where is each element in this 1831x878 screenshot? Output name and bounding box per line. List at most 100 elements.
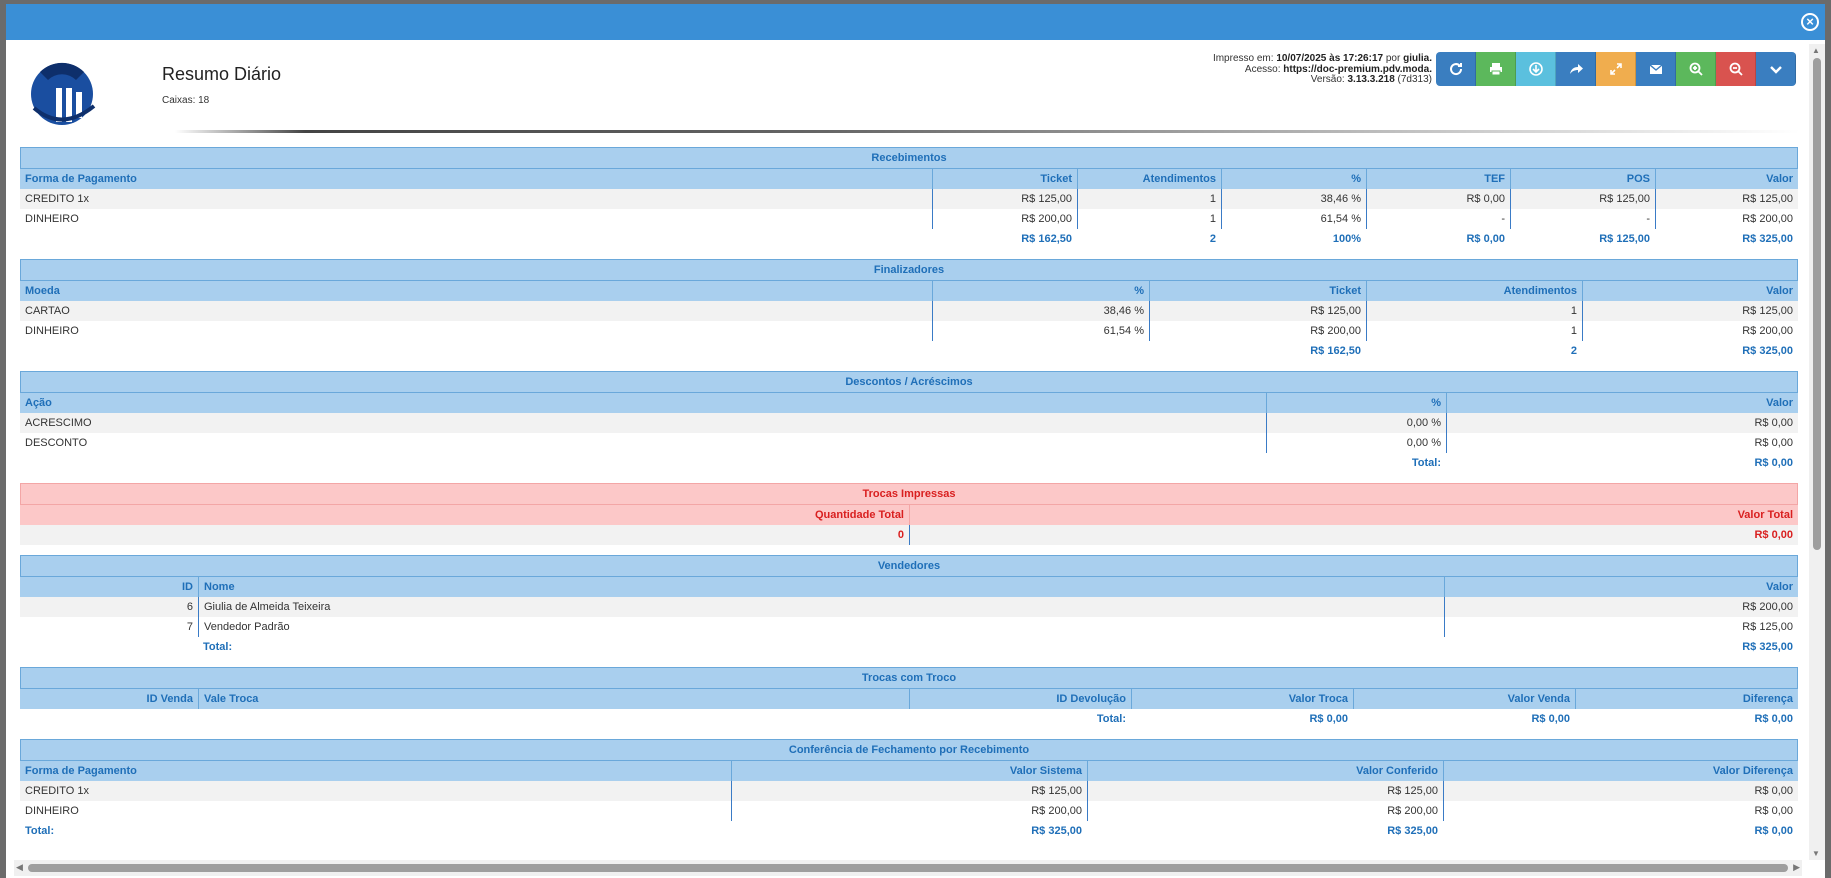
table-cell: 100% xyxy=(1332,233,1361,245)
header-divider xyxy=(175,130,1800,133)
table-cell: - xyxy=(1366,209,1510,229)
table-cell: Giulia de Almeida Teixeira xyxy=(198,597,1444,617)
table-cell: 1 xyxy=(1077,209,1221,229)
table-cell: R$ 125,00 xyxy=(1599,233,1650,245)
table-cell: 0,00 % xyxy=(1266,433,1446,453)
mail-icon xyxy=(1649,64,1662,74)
table-cell: R$ 162,50 xyxy=(1310,345,1361,357)
table-cell: R$ 125,00 xyxy=(1444,617,1798,637)
table-header: Ação% Valor xyxy=(20,393,1798,413)
table-cell: R$ 325,00 xyxy=(1387,825,1438,837)
scroll-down-icon[interactable]: ▼ xyxy=(1812,849,1820,858)
horizontal-scrollbar[interactable]: ◀ ▶ xyxy=(14,860,1802,876)
section-finalizadores: Finalizadores Moeda% Ticket Atendimentos Val… xyxy=(20,259,1798,361)
table-cell: R$ 325,00 xyxy=(1742,345,1793,357)
vertical-scrollbar[interactable]: ▲ ▼ xyxy=(1809,44,1825,860)
table-cell: R$ 0,00 xyxy=(1446,413,1798,433)
column-header: % xyxy=(1266,393,1446,413)
table-cell: Total: xyxy=(25,825,55,837)
table-cell: R$ 325,00 xyxy=(1031,825,1082,837)
table-header: ID Venda Vale Troca ID Devolução Valor Troc… xyxy=(20,689,1798,709)
table-cell: 1 xyxy=(1366,321,1582,341)
table-cell: R$ 0,00 xyxy=(1443,781,1798,801)
modal-header: × xyxy=(6,4,1825,40)
column-header: Quantidade Total xyxy=(20,505,909,525)
close-icon[interactable]: × xyxy=(1801,13,1819,31)
total-row: Total: R$ 0,00 xyxy=(20,453,1798,473)
scroll-left-icon[interactable]: ◀ xyxy=(16,862,23,873)
table-header: Quantidade Total Valor Total xyxy=(20,505,1798,525)
table-header: Forma de Pagamento Valor Sistema Valor Con… xyxy=(20,761,1798,781)
column-header: Nome xyxy=(198,577,1444,597)
column-header: Atendimentos xyxy=(1077,169,1221,189)
table-row: DESCONTO 0,00 % R$ 0,00 xyxy=(20,433,1798,453)
table-cell: Total: xyxy=(1096,713,1126,725)
print-button[interactable] xyxy=(1476,52,1516,86)
table-cell: R$ 200,00 xyxy=(1149,321,1366,341)
column-header: Ticket xyxy=(932,169,1077,189)
column-header: Atendimentos xyxy=(1366,281,1582,301)
column-header: % xyxy=(1221,169,1366,189)
table-cell: R$ 0,00 xyxy=(1531,713,1570,725)
table-cell: R$ 0,00 xyxy=(1366,189,1510,209)
table-cell: DINHEIRO xyxy=(25,805,79,817)
column-header: Valor xyxy=(1655,169,1798,189)
fullscreen-button[interactable] xyxy=(1596,52,1636,86)
section-title: Trocas com Troco xyxy=(20,667,1798,689)
report-toolbar xyxy=(1436,52,1796,86)
download-button[interactable] xyxy=(1516,52,1556,86)
section-title: Trocas Impressas xyxy=(20,483,1798,505)
chevron-down-icon xyxy=(1769,66,1782,74)
table-cell: R$ 200,00 xyxy=(1087,801,1443,821)
table-cell: DINHEIRO xyxy=(25,213,79,225)
zoom-out-button[interactable] xyxy=(1716,52,1756,86)
table-cell: 0,00 % xyxy=(1266,413,1446,433)
table-cell: 1 xyxy=(1366,301,1582,321)
table-cell: R$ 125,00 xyxy=(932,189,1077,209)
table-cell: R$ 0,00 xyxy=(1443,801,1798,821)
table-cell: DINHEIRO xyxy=(25,325,79,337)
column-header: Valor Conferido xyxy=(1087,761,1443,781)
table-header: Moeda% Ticket Atendimentos Valor xyxy=(20,281,1798,301)
table-row: DINHEIRO R$ 200,00 R$ 200,00 R$ 0,00 xyxy=(20,801,1798,821)
table-row: CREDITO 1x R$ 125,00 R$ 125,00 R$ 0,00 xyxy=(20,781,1798,801)
company-logo-icon xyxy=(31,62,96,125)
total-row: 0 R$ 0,00 xyxy=(20,525,1798,545)
column-header: Forma de Pagamento xyxy=(20,169,932,189)
report-content: Resumo Diário Caixas: 18 Impresso em: 10… xyxy=(20,44,1800,860)
table-cell: R$ 125,00 xyxy=(731,781,1087,801)
download-icon xyxy=(1528,62,1543,76)
table-cell: CREDITO 1x xyxy=(20,781,731,801)
section-vendedores: Vendedores ID Nome Valor 6 Giulia de Almeida … xyxy=(20,555,1798,657)
scroll-right-icon[interactable]: ▶ xyxy=(1793,862,1800,873)
column-header: ID Venda xyxy=(20,689,198,709)
table-cell: CARTAO xyxy=(20,301,932,321)
share-icon xyxy=(1569,64,1583,74)
chevron-down-button[interactable] xyxy=(1756,52,1796,86)
table-cell: 61,54 % xyxy=(932,321,1149,341)
vertical-scroll-thumb[interactable] xyxy=(1813,58,1821,550)
zoom-in-button[interactable] xyxy=(1676,52,1716,86)
table-cell: Vendedor Padrão xyxy=(198,617,1444,637)
scroll-up-icon[interactable]: ▲ xyxy=(1812,46,1820,55)
table-cell: 38,46 % xyxy=(932,301,1149,321)
section-trocas-impressas: Trocas Impressas Quantidade Total Valor To… xyxy=(20,483,1798,545)
refresh-button[interactable] xyxy=(1436,52,1476,86)
column-header: Diferença xyxy=(1575,689,1798,709)
table-cell: 1 xyxy=(1077,189,1221,209)
table-cell: R$ 200,00 xyxy=(932,209,1077,229)
share-button[interactable] xyxy=(1556,52,1596,86)
column-header: Valor xyxy=(1444,577,1798,597)
table-cell: R$ 200,00 xyxy=(1444,597,1798,617)
horizontal-scroll-thumb[interactable] xyxy=(28,864,1788,872)
table-header: Forma de Pagamento Ticket Atendimentos% TEF… xyxy=(20,169,1798,189)
mail-button[interactable] xyxy=(1636,52,1676,86)
table-cell: R$ 0,00 xyxy=(1466,233,1505,245)
table-cell: R$ 0,00 xyxy=(1446,433,1798,453)
table-cell: R$ 200,00 xyxy=(1655,209,1798,229)
column-header: Ação xyxy=(20,393,1266,413)
table-cell: R$ 325,00 xyxy=(1742,233,1793,245)
table-cell: R$ 162,50 xyxy=(1021,233,1072,245)
zoom-in-icon xyxy=(1689,62,1703,76)
print-info: Impresso em: 10/07/2025 às 17:26:17 por … xyxy=(1212,53,1432,85)
